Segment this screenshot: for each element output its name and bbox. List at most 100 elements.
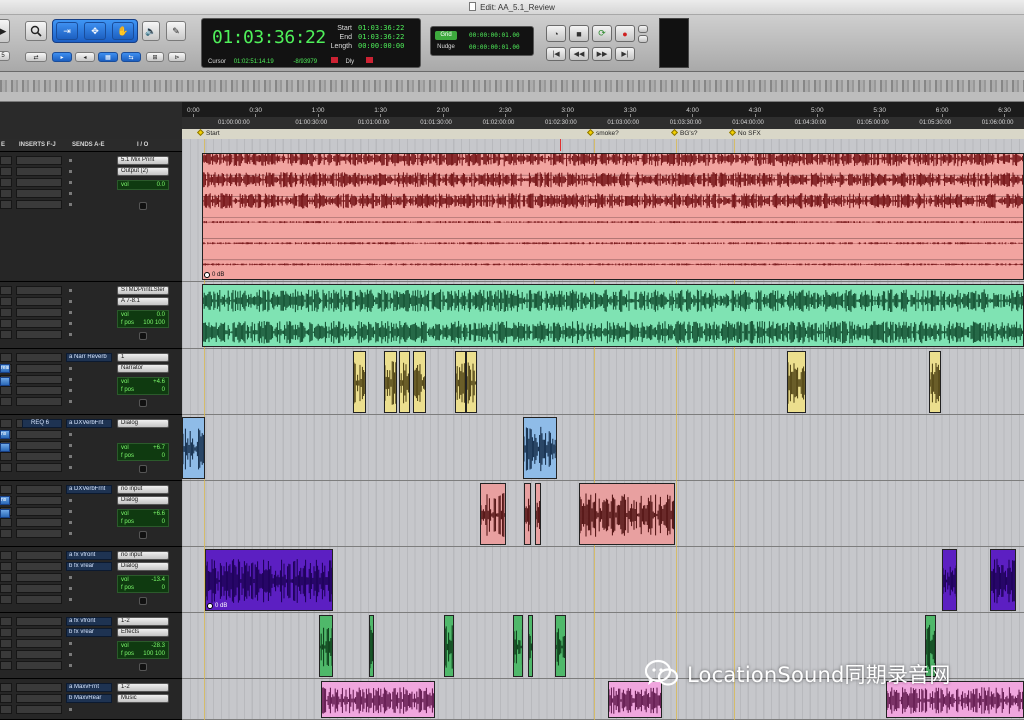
- send-slot-dot[interactable]: [69, 587, 72, 590]
- audio-clip[interactable]: 0 dB: [205, 549, 333, 611]
- fast-forward-icon[interactable]: ▶▶: [592, 47, 612, 61]
- insert-slot-ae[interactable]: [0, 639, 12, 648]
- insert-slot-ae[interactable]: [0, 189, 12, 198]
- delay-indicator-icon[interactable]: [330, 57, 338, 63]
- insert-slot-ae[interactable]: [0, 617, 12, 626]
- nudge-label[interactable]: Nudge: [435, 43, 457, 52]
- insert-slot-ae[interactable]: [0, 694, 12, 703]
- insert-slot-fj[interactable]: [16, 529, 62, 538]
- audio-clip[interactable]: [787, 351, 806, 413]
- online-icon[interactable]: ◔: [546, 25, 566, 42]
- insert-slot-fj[interactable]: [16, 189, 62, 198]
- insert-slot-fj[interactable]: [16, 518, 62, 527]
- pan-knob[interactable]: [139, 597, 147, 605]
- insert-slot-ae[interactable]: [0, 397, 12, 406]
- send-slot-dot[interactable]: [69, 203, 72, 206]
- output-selector[interactable]: no input: [117, 485, 169, 494]
- insert-slot-ae[interactable]: [0, 452, 12, 461]
- insert-slot-fj[interactable]: [16, 441, 62, 450]
- loop-play-icon[interactable]: ⟳: [592, 25, 612, 42]
- input-selector[interactable]: A 7-8.1: [117, 297, 169, 306]
- volume-readout[interactable]: vol -13.4 f pos 0: [117, 575, 169, 593]
- insert-slot-fj[interactable]: [16, 353, 62, 362]
- input-selector[interactable]: Output (2): [117, 167, 169, 176]
- output-selector[interactable]: 1: [117, 353, 169, 362]
- insert-slot-ae[interactable]: [0, 551, 12, 560]
- input-selector[interactable]: Music: [117, 694, 169, 703]
- insert-slot-ae[interactable]: [0, 167, 12, 176]
- markers-ruler[interactable]: Start smoke? BG's? No SFX: [182, 128, 1024, 139]
- insert-slot-fj[interactable]: [16, 364, 62, 373]
- insert-slot-fj[interactable]: [16, 463, 62, 472]
- insert-slot-fj[interactable]: [16, 386, 62, 395]
- stop-icon[interactable]: ■: [569, 25, 589, 42]
- grid-value[interactable]: 00:00:00:01.00: [469, 32, 520, 39]
- pan-knob[interactable]: [139, 202, 147, 210]
- insert-slot-ae[interactable]: [0, 463, 12, 472]
- edit-window-tracks[interactable]: 0 dB 0 dB: [182, 139, 1024, 720]
- send-b-button[interactable]: b MaxvRear: [66, 694, 112, 703]
- output-selector[interactable]: Dialog: [117, 419, 169, 428]
- insert-slot-ae[interactable]: [0, 178, 12, 187]
- insert-slot-fj[interactable]: [16, 330, 62, 339]
- insert-slot-ae[interactable]: [0, 573, 12, 582]
- volume-readout[interactable]: vol +4.6 f pos 0: [117, 377, 169, 395]
- insert-slot-fj[interactable]: [16, 156, 62, 165]
- audio-clip[interactable]: [466, 351, 477, 413]
- clip-gain-icon[interactable]: [207, 603, 213, 609]
- minsecs-ruler[interactable]: 0:00 0:30 1:00 1:30 2:00 2:30 3:00 3:30 4:00 4:30…: [182, 105, 1024, 117]
- insert-slot-ae[interactable]: [0, 485, 12, 494]
- transport-option-2-icon[interactable]: [638, 35, 648, 43]
- pan-knob[interactable]: [139, 531, 147, 539]
- insert-slot-fj[interactable]: [16, 683, 62, 692]
- grabber-hand-icon[interactable]: ✋: [112, 22, 134, 40]
- audio-clip[interactable]: [535, 483, 541, 545]
- insert-slot-fj[interactable]: [16, 639, 62, 648]
- insert-slot-fj[interactable]: [16, 397, 62, 406]
- insert-slot-ae[interactable]: [0, 595, 12, 604]
- volume-readout[interactable]: vol 0.0: [117, 180, 169, 190]
- insert-slot-fj[interactable]: [16, 507, 62, 516]
- insert-slot-ae[interactable]: [0, 650, 12, 659]
- volume-readout[interactable]: vol +6.6 f pos 0: [117, 509, 169, 527]
- audio-clip[interactable]: [942, 549, 957, 611]
- audio-clip[interactable]: 0 dB: [202, 153, 1024, 280]
- output-selector[interactable]: 5.1 Mix Print: [117, 156, 169, 165]
- insert-slot-ae[interactable]: [0, 562, 12, 571]
- send-b-button[interactable]: b fx vrear: [66, 562, 112, 571]
- send-slot-dot[interactable]: [69, 322, 72, 325]
- insert-slot-fj[interactable]: [16, 705, 62, 714]
- send-a-button[interactable]: a Narr Reverb: [66, 353, 112, 362]
- insert-plugin-button[interactable]: REQ 6: [22, 419, 62, 428]
- go-to-end-icon[interactable]: ▶|: [615, 47, 635, 61]
- output-selector[interactable]: no input: [117, 551, 169, 560]
- insert-slot-fj[interactable]: [16, 661, 62, 670]
- send-slot-dot[interactable]: [69, 455, 72, 458]
- record-indicator-icon[interactable]: [365, 57, 373, 63]
- pan-knob[interactable]: [139, 663, 147, 671]
- insert-slot-ae[interactable]: [0, 386, 12, 395]
- audio-clip[interactable]: [524, 483, 531, 545]
- insert-slot-fj[interactable]: [16, 562, 62, 571]
- grid-label[interactable]: Grid: [435, 31, 457, 40]
- insert-slot-fj[interactable]: [16, 430, 62, 439]
- audio-clip[interactable]: [384, 351, 397, 413]
- insert-slot-ae[interactable]: [0, 353, 12, 362]
- track-lane[interactable]: [182, 415, 1024, 481]
- insert-slot-fj[interactable]: [16, 308, 62, 317]
- timecode-ruler[interactable]: 01:00:00:00 01:00:30:00 01:01:00:00 01:01:3…: [182, 117, 1024, 129]
- insert-slot-ae[interactable]: [0, 705, 12, 714]
- audio-clip[interactable]: [399, 351, 410, 413]
- send-slot-dot[interactable]: [69, 378, 72, 381]
- track-edge-button[interactable]: [0, 443, 10, 452]
- audio-clip[interactable]: [929, 351, 941, 413]
- input-selector[interactable]: Narrator: [117, 364, 169, 373]
- output-selector[interactable]: 1-2: [117, 617, 169, 626]
- track-lane[interactable]: [182, 349, 1024, 415]
- send-slot-dot[interactable]: [69, 400, 72, 403]
- send-a-button[interactable]: a DXVerbFnt: [66, 419, 112, 428]
- send-slot-dot[interactable]: [69, 159, 72, 162]
- track-edge-button[interactable]: [0, 377, 10, 386]
- send-a-button[interactable]: a fx vfront: [66, 551, 112, 560]
- insert-slot-fj[interactable]: [16, 628, 62, 637]
